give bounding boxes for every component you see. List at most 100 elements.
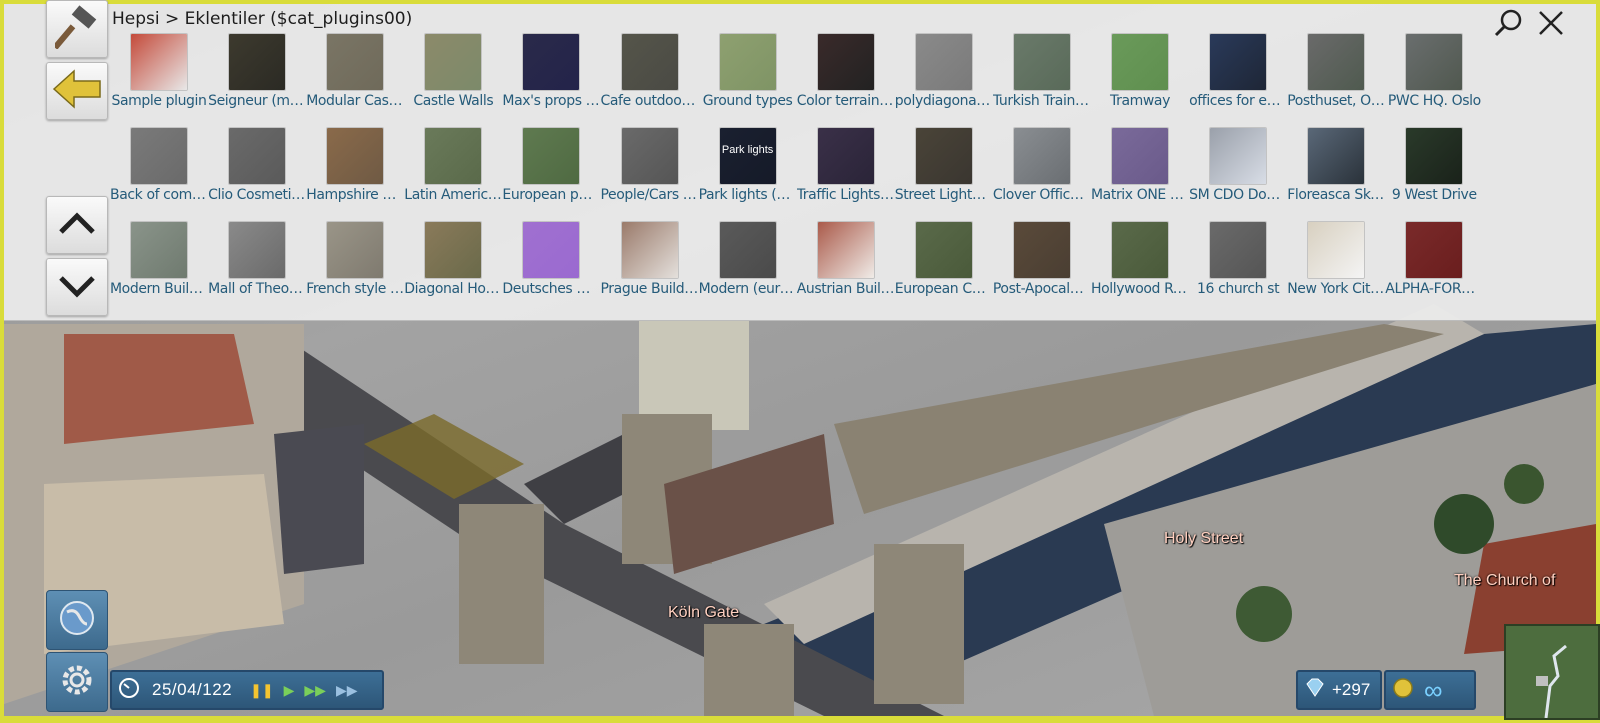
fastest-icon[interactable]: ▶▶ — [336, 682, 358, 699]
plugin-tile[interactable]: Prague Buildings — [601, 222, 699, 312]
plugin-tile[interactable]: Cafe outdoor ta... — [601, 34, 699, 124]
plugin-tile[interactable]: French style buil... — [306, 222, 404, 312]
map-label-koln-gate[interactable]: Köln Gate — [668, 604, 739, 622]
plugin-tile[interactable]: Clio Cosmetics... — [208, 128, 306, 218]
plugin-tile[interactable]: Seigneur (medie... — [208, 34, 306, 124]
plugin-tile[interactable]: 16 church st — [1189, 222, 1287, 312]
plugin-label: Mall of Theonia — [208, 281, 307, 297]
plugin-label: 16 church st — [1197, 281, 1280, 297]
plugin-tile[interactable]: ALPHA-FORES... — [1385, 222, 1483, 312]
minimap[interactable] — [1504, 624, 1600, 720]
plugin-tile[interactable]: Street Lights (U... — [895, 128, 993, 218]
plugin-thumbnail — [1406, 222, 1463, 278]
pause-icon[interactable]: ❚❚ — [250, 682, 273, 699]
build-button[interactable] — [46, 0, 108, 58]
plugin-tile[interactable]: 9 West Drive — [1385, 128, 1483, 218]
plugin-tile[interactable]: Deutsches Haus... — [502, 222, 600, 312]
scroll-up-button[interactable] — [46, 196, 108, 254]
money-bar[interactable]: +297 — [1296, 670, 1382, 710]
plugin-tile[interactable]: Mall of Theonia — [208, 222, 306, 312]
plugin-tile[interactable]: Max's props exp... — [502, 34, 600, 124]
plugin-tile[interactable]: Austrian Buildings — [797, 222, 895, 312]
plugin-tile[interactable]: Turkish Trains a... — [993, 34, 1091, 124]
globe-icon — [57, 598, 97, 643]
map-label-church[interactable]: The Church of — [1454, 572, 1555, 590]
plugin-tile[interactable]: Diagonal House... — [404, 222, 502, 312]
plugin-label: Park lights (with... — [698, 187, 797, 203]
plugin-tile[interactable]: Post-Apocalyps... — [993, 222, 1091, 312]
budget-bar[interactable]: ∞ — [1384, 670, 1476, 710]
plugin-tile[interactable]: Tramway — [1091, 34, 1189, 124]
clock-icon[interactable] — [118, 677, 140, 704]
plugin-tile[interactable]: Hollywood Roo... — [1091, 222, 1189, 312]
plugin-tile[interactable]: Traffic Lights v.2... — [797, 128, 895, 218]
breadcrumb: Hepsi > Eklentiler ($cat_plugins00) — [112, 9, 413, 29]
plugin-thumbnail — [131, 128, 187, 184]
plugin-label: Street Lights (U... — [894, 187, 993, 203]
play-icon[interactable]: ▶ — [284, 682, 295, 699]
plugin-tile[interactable]: Matrix ONE Lab... — [1091, 128, 1189, 218]
fast-forward-icon[interactable]: ▶▶ — [304, 682, 326, 699]
plugin-thumbnail — [327, 128, 384, 184]
plugin-label: New York City A... — [1287, 281, 1385, 297]
plugin-tile[interactable]: offices for empl... — [1189, 34, 1287, 124]
plugin-tile[interactable]: SM CDO Downt... — [1189, 128, 1287, 218]
plugin-thumbnail — [915, 222, 972, 278]
plugin-tile[interactable]: polydiagonal de... — [895, 34, 993, 124]
plugin-label: polydiagonal de... — [894, 93, 993, 109]
plugin-thumbnail — [425, 34, 482, 90]
plugin-label: Modern Building... — [110, 281, 208, 297]
plugin-thumbnail — [229, 34, 286, 90]
plugin-tile[interactable]: Ground types — [699, 34, 797, 124]
plugin-tile[interactable]: Color terrain an... — [797, 34, 895, 124]
plugin-thumbnail — [817, 128, 874, 184]
plugin-thumbnail — [817, 222, 874, 278]
world-view-button[interactable] — [46, 590, 108, 650]
plugin-tile[interactable]: Modular Castle — [306, 34, 404, 124]
plugin-tile[interactable]: PWC HQ. Oslo — [1385, 34, 1483, 124]
close-icon[interactable] — [1534, 6, 1568, 40]
plugin-tile[interactable]: European Church — [895, 222, 993, 312]
scroll-down-button[interactable] — [46, 258, 108, 316]
plugin-tile[interactable]: People/Cars De... — [601, 128, 699, 218]
game-date: 25/04/122 — [152, 680, 233, 699]
plugin-label: People/Cars De... — [600, 187, 699, 203]
plugin-thumbnail — [1308, 128, 1365, 184]
plugin-label: Tramway — [1110, 93, 1170, 109]
plugin-thumbnail — [1013, 222, 1070, 278]
plugin-thumbnail — [1406, 128, 1463, 184]
plugin-tile[interactable]: New York City A... — [1287, 222, 1385, 312]
plugin-label: PWC HQ. Oslo — [1387, 93, 1481, 109]
plugin-label: Traffic Lights v.2... — [796, 187, 895, 203]
map-label-holy-street[interactable]: Holy Street — [1164, 530, 1243, 548]
plugin-tile[interactable]: Castle Walls — [404, 34, 502, 124]
plugin-tile[interactable]: European peopl... — [502, 128, 600, 218]
plugin-label: Sample plugin — [111, 93, 207, 109]
plugin-tile[interactable]: Hampshire Coff... — [306, 128, 404, 218]
plugin-thumbnail — [915, 128, 972, 184]
plugin-tile[interactable]: Posthuset, Oslo — [1287, 34, 1385, 124]
plugin-tile[interactable]: Clover Office Co... — [993, 128, 1091, 218]
plugin-thumbnail — [131, 222, 187, 278]
back-button[interactable] — [46, 62, 108, 120]
plugin-tile[interactable]: Park lights Park lights (with... — [699, 128, 797, 218]
plugin-thumbnail — [621, 128, 678, 184]
plugin-thumbnail: Park lights — [719, 128, 776, 184]
chevron-down-icon — [57, 270, 97, 305]
settings-button[interactable] — [46, 652, 108, 712]
hammer-icon — [52, 4, 99, 54]
plugin-tile[interactable]: Latin American... — [404, 128, 502, 218]
plugin-thumbnail — [817, 34, 874, 90]
plugin-tile[interactable]: Floreasca SkyTo... — [1287, 128, 1385, 218]
plugin-tile[interactable]: Back of commer... — [110, 128, 208, 218]
plugin-thumbnail — [425, 128, 482, 184]
plugin-label: Color terrain an... — [796, 93, 895, 109]
plugin-thumbnail — [719, 222, 776, 278]
search-icon[interactable] — [1492, 6, 1526, 40]
plugin-tile[interactable]: Modern (euro) b... — [699, 222, 797, 312]
plugin-browser-panel: Hepsi > Eklentiler ($cat_plugins00) Samp… — [4, 4, 1596, 321]
plugin-label: Cafe outdoor ta... — [600, 93, 699, 109]
plugin-tile[interactable]: Sample plugin — [110, 34, 208, 124]
plugin-thumbnail — [131, 34, 187, 90]
plugin-tile[interactable]: Modern Building... — [110, 222, 208, 312]
